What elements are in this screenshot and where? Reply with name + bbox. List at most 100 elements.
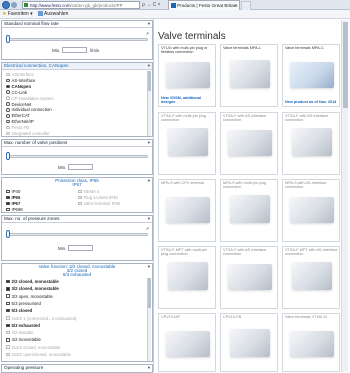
checkbox-option[interactable]: 5/3 exhausted: [6, 323, 40, 328]
flow-slider-track[interactable]: [6, 38, 148, 41]
radio-button[interactable]: [6, 102, 10, 106]
checkbox[interactable]: [6, 308, 10, 313]
checkbox[interactable]: [6, 301, 10, 306]
product-image[interactable]: [168, 262, 208, 290]
checkbox-option[interactable]: 5/3 pressurised: [6, 301, 41, 306]
checkbox-option[interactable]: IP40: [6, 189, 20, 194]
expand-icon[interactable]: ↗: [146, 226, 149, 231]
radio-button[interactable]: [6, 78, 10, 83]
product-image[interactable]: [228, 264, 272, 290]
checkbox[interactable]: [6, 195, 10, 200]
checkbox-option[interactable]: IP65: [6, 195, 20, 200]
product-card[interactable]: Valve terminals VTUB-12: [282, 313, 340, 372]
checkbox-option[interactable]: 5/3 closed: [6, 308, 32, 313]
product-title[interactable]: VTSA-F with multi-pin plug connection: [161, 114, 215, 123]
product-card[interactable]: VTSA-F with AS-Interface connection: [282, 112, 340, 175]
product-title[interactable]: VTSA-F with AS-Interface connection: [223, 248, 277, 257]
product-image[interactable]: [166, 331, 210, 357]
product-title[interactable]: VTSA-F-MPT with AS-Interface connection: [285, 248, 339, 257]
product-card[interactable]: MPA-S with CPX terminal: [158, 179, 216, 242]
product-title[interactable]: CPV10-FB: [223, 315, 277, 319]
product-card[interactable]: VTUG with multi-pin plug or fieldbus con…: [158, 44, 216, 107]
product-card[interactable]: Valve terminals MPA-C New product as of N…: [282, 44, 340, 107]
product-title[interactable]: VTUG with multi-pin plug or fieldbus con…: [161, 46, 215, 55]
positions-min-input[interactable]: [68, 164, 93, 170]
product-card[interactable]: VTSA-F-MPT with AS-Interface connection: [282, 246, 340, 309]
zones-min-input[interactable]: [68, 245, 93, 251]
product-title[interactable]: VTSA-F-MPT with multi-pin plug connectio…: [161, 248, 215, 257]
product-image[interactable]: [166, 62, 210, 88]
chevron-down-icon[interactable]: ▾: [148, 178, 150, 184]
product-link[interactable]: New VDSM, additional designs: [161, 96, 215, 104]
chevron-down-icon[interactable]: ▾: [148, 216, 150, 222]
checkbox-option[interactable]: 3/2 closed, monostable: [6, 286, 59, 291]
product-image[interactable]: [166, 197, 210, 223]
positions-slider-track[interactable]: [6, 155, 148, 158]
product-title[interactable]: MPA-S with AS-Interface connection: [285, 181, 339, 190]
product-title[interactable]: MPA-S with CPX terminal: [161, 181, 215, 185]
product-image[interactable]: [292, 262, 332, 290]
product-title[interactable]: MPA-S with multi-pin plug connection: [223, 181, 277, 190]
product-card[interactable]: CPV10-FB: [220, 313, 278, 372]
chevron-down-icon[interactable]: ▾: [148, 264, 150, 270]
checkbox[interactable]: [6, 323, 10, 328]
address-bar[interactable]: http://www.festo.com/cat/en-gb_gb/produc…: [22, 1, 140, 9]
product-image[interactable]: [292, 128, 332, 156]
radio-button[interactable]: [6, 90, 10, 94]
favorites-button[interactable]: ★ Favoriten ▾: [2, 10, 33, 19]
checkbox[interactable]: [6, 279, 10, 284]
tab-close-icon[interactable]: ×: [234, 1, 237, 10]
positions-slider-handle[interactable]: [6, 152, 10, 160]
chevron-down-icon[interactable]: ▾: [148, 365, 150, 371]
radio-option[interactable]: CC-Link: [6, 90, 27, 95]
zones-slider-track[interactable]: [6, 233, 148, 236]
radio-button[interactable]: [6, 108, 10, 112]
address-controls[interactable]: ρ → C ×: [140, 1, 168, 9]
product-image[interactable]: [230, 60, 270, 88]
product-card[interactable]: VTSA-F with AS-Interface connection: [220, 246, 278, 309]
radio-option[interactable]: EtherNet/IP: [6, 119, 34, 124]
checkbox[interactable]: [6, 207, 10, 212]
product-image[interactable]: [290, 331, 334, 357]
radio-option[interactable]: EtherCAT: [6, 113, 30, 118]
checkbox[interactable]: [6, 189, 10, 194]
product-title[interactable]: Valve terminals VTUB-12: [285, 315, 339, 319]
product-title[interactable]: CPV10-MP: [161, 315, 215, 319]
flow-min-input[interactable]: [62, 47, 87, 53]
checkbox[interactable]: [6, 294, 10, 298]
addons-button[interactable]: Auswahlen: [38, 10, 68, 19]
checkbox[interactable]: [6, 201, 10, 206]
product-title[interactable]: VTSA-F with AS-Interface connection: [223, 114, 277, 123]
product-link[interactable]: New product as of Nov. 2014: [285, 100, 336, 104]
checkbox-option[interactable]: 2/2 closed, monostable: [6, 279, 59, 284]
radio-button[interactable]: [6, 84, 10, 89]
chevron-down-icon[interactable]: ▾: [148, 21, 150, 27]
product-title[interactable]: VTSA-F with AS-Interface connection: [285, 114, 339, 123]
product-card[interactable]: MPA-S with multi-pin plug connection: [220, 179, 278, 242]
forward-button[interactable]: [11, 2, 17, 8]
radio-button[interactable]: [6, 114, 10, 118]
radio-button[interactable]: [6, 119, 10, 124]
product-image[interactable]: [230, 329, 270, 357]
tab-products[interactable]: Products | Festo Great Britain ×: [168, 0, 240, 10]
checkbox-option[interactable]: 4/2 monostable: [6, 337, 41, 342]
new-tab-button[interactable]: [241, 1, 251, 10]
product-card[interactable]: VTSA-F with multi-pin plug connection: [158, 112, 216, 175]
product-card[interactable]: VTSA-F with AS-Interface connection: [220, 112, 278, 175]
radio-option[interactable]: Individual connection: [6, 107, 52, 112]
radio-option[interactable]: AS-Interface: [6, 78, 35, 83]
scrollbar[interactable]: [147, 71, 151, 136]
checkbox-option[interactable]: IP69K: [6, 207, 23, 212]
flow-slider-handle[interactable]: [6, 35, 10, 43]
checkbox-option[interactable]: IP67: [6, 201, 20, 206]
expand-icon[interactable]: ↗: [146, 31, 149, 36]
product-image[interactable]: [290, 62, 334, 88]
product-card[interactable]: CPV10-MP: [158, 313, 216, 372]
checkbox[interactable]: [6, 338, 10, 342]
product-card[interactable]: MPA-S with AS-Interface connection: [282, 179, 340, 242]
radio-option[interactable]: CANopen: [6, 84, 31, 89]
product-title[interactable]: Valve terminals MPA-L: [223, 46, 277, 50]
back-button[interactable]: [2, 1, 10, 9]
checkbox[interactable]: [6, 287, 10, 291]
product-image[interactable]: [230, 195, 270, 223]
